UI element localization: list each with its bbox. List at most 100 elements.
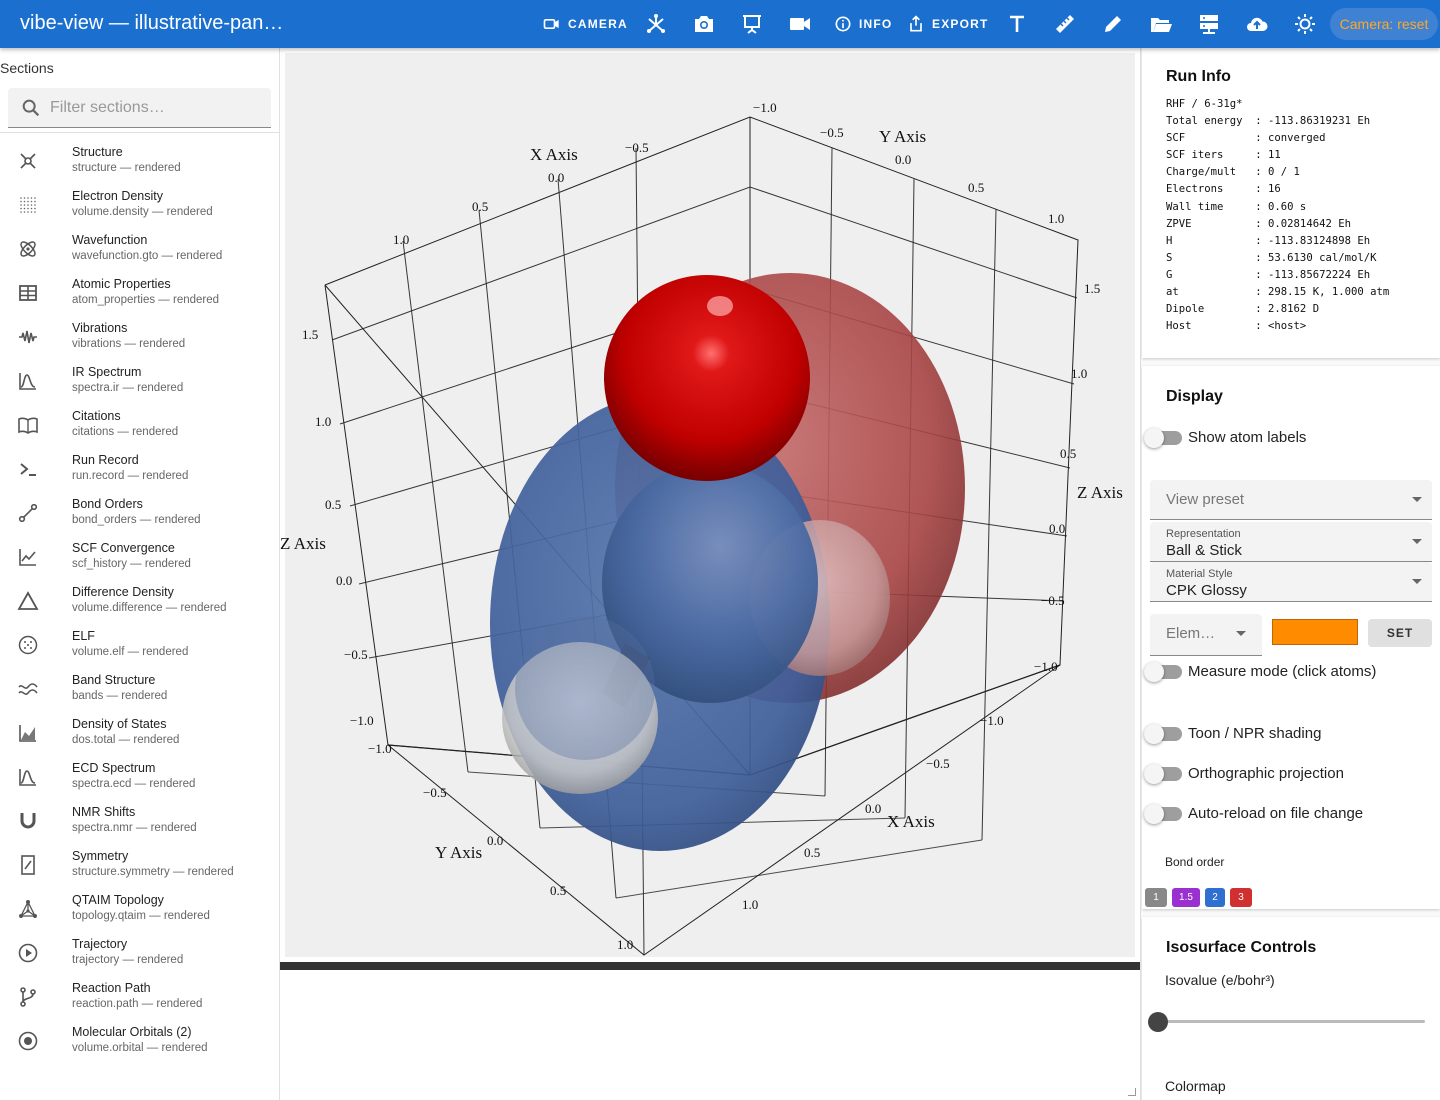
section-item-bond-orders[interactable]: Bond Orders bond_orders — rendered: [0, 492, 279, 536]
right-panel: Run Info RHF / 6-31g* Total energy : -11…: [1140, 48, 1440, 1100]
show-atom-labels-toggle[interactable]: Show atom labels: [1142, 426, 1440, 450]
x-tick-label: −1.0: [980, 713, 1004, 728]
section-item-atomic-properties[interactable]: Atomic Properties atom_properties — rende…: [0, 272, 279, 316]
bond-order-chip[interactable]: 1: [1145, 888, 1167, 907]
section-item-trajectory[interactable]: Trajectory trajectory — rendered: [0, 932, 279, 976]
video-icon[interactable]: [788, 12, 812, 36]
isovalue-slider-thumb[interactable]: [1148, 1012, 1168, 1032]
measure-mode-toggle[interactable]: Measure mode (click atoms): [1142, 660, 1440, 684]
panel-splitter[interactable]: [280, 962, 1140, 970]
section-item-difference-density[interactable]: Difference Density volume.difference — re…: [0, 580, 279, 624]
section-item-density-of-states[interactable]: Density of States dos.total — rendered: [0, 712, 279, 756]
brightness-icon[interactable]: [1293, 12, 1317, 36]
server-icon[interactable]: [1197, 12, 1221, 36]
pencil-icon[interactable]: [1101, 12, 1125, 36]
folder-open-icon[interactable]: [1149, 12, 1173, 36]
chevron-down-icon: [1412, 539, 1422, 544]
camera-button[interactable]: CAMERA: [542, 0, 628, 48]
camera-reset-chip[interactable]: Camera: reset: [1330, 8, 1438, 40]
filter-box: [8, 88, 271, 128]
resize-grip[interactable]: [1128, 1088, 1136, 1096]
section-title: Band Structure: [72, 673, 156, 687]
toggle-switch[interactable]: [1144, 804, 1182, 824]
app-title: vibe-view — illustrative-pan…: [20, 12, 284, 34]
section-subtitle: run.record — rendered: [72, 470, 189, 482]
isovalue-slider-track[interactable]: [1157, 1020, 1425, 1023]
orthographic-toggle[interactable]: Orthographic projection: [1142, 762, 1440, 786]
section-item-symmetry[interactable]: Symmetry structure.symmetry — rendered: [0, 844, 279, 888]
search-icon: [22, 99, 40, 117]
bond-order-chip[interactable]: 2: [1205, 888, 1225, 907]
console-area[interactable]: [280, 970, 1140, 1100]
toggle-switch[interactable]: [1144, 764, 1182, 784]
cloud-upload-icon[interactable]: [1245, 12, 1269, 36]
ruler-icon[interactable]: [1053, 12, 1077, 36]
auto-reload-toggle[interactable]: Auto-reload on file change: [1142, 802, 1440, 826]
toon-shading-toggle[interactable]: Toon / NPR shading: [1142, 722, 1440, 746]
representation-value: Ball & Stick: [1166, 542, 1242, 559]
representation-select[interactable]: Representation Ball & Stick: [1150, 522, 1432, 562]
x-tick-label: 0.0: [865, 801, 881, 816]
section-subtitle: volume.density — rendered: [72, 206, 213, 218]
section-subtitle: volume.elf — rendered: [72, 646, 189, 658]
export-button[interactable]: EXPORT: [906, 0, 989, 48]
line-chart-icon: [17, 546, 39, 568]
y-tick-label: 1.0: [1048, 211, 1064, 226]
section-item-citations[interactable]: Citations citations — rendered: [0, 404, 279, 448]
axes-icon[interactable]: [644, 12, 668, 36]
section-item-vibrations[interactable]: Vibrations vibrations — rendered: [0, 316, 279, 360]
set-color-button[interactable]: SET: [1368, 619, 1432, 647]
section-subtitle: vibrations — rendered: [72, 338, 186, 350]
x-axis-title: X Axis: [530, 145, 578, 164]
section-item-nmr-shifts[interactable]: NMR Shifts spectra.nmr — rendered: [0, 800, 279, 844]
representation-label: Representation: [1166, 528, 1241, 540]
filter-sections-input[interactable]: [50, 96, 260, 120]
y-tick-label: −1.0: [368, 741, 392, 756]
play-circle-icon: [17, 942, 39, 964]
element-select[interactable]: Elem…: [1150, 614, 1262, 656]
toggle-switch[interactable]: [1144, 428, 1182, 448]
viewer-3d[interactable]: 1.0 0.5 0.0 −0.5 −1.0 −0.5 0.0 0.5 1.0 1.5 1.0 0.5 0…: [280, 48, 1140, 962]
section-item-reaction-path[interactable]: Reaction Path reaction.path — rendered: [0, 976, 279, 1020]
export-icon: [910, 15, 922, 32]
bond-order-chip[interactable]: 3: [1230, 888, 1252, 907]
x-tick-label: −0.5: [926, 756, 950, 771]
material-style-select[interactable]: Material Style CPK Glossy: [1150, 562, 1432, 602]
info-button[interactable]: INFO: [833, 0, 892, 48]
element-color-swatch[interactable]: [1272, 619, 1358, 645]
section-item-ecd-spectrum[interactable]: ECD Spectrum spectra.ecd — rendered: [0, 756, 279, 800]
isovalue-label: Isovalue (e/bohr³): [1165, 972, 1275, 988]
scene-3d[interactable]: 1.0 0.5 0.0 −0.5 −1.0 −0.5 0.0 0.5 1.0 1.5 1.0 0.5 0…: [280, 48, 1140, 962]
section-item-scf-convergence[interactable]: SCF Convergence scf_history — rendered: [0, 536, 279, 580]
section-subtitle: spectra.ir — rendered: [72, 382, 184, 394]
text-icon[interactable]: [1005, 12, 1029, 36]
presentation-icon[interactable]: [740, 12, 764, 36]
toggle-switch[interactable]: [1144, 724, 1182, 744]
z-tick-label: 1.5: [302, 327, 318, 342]
section-subtitle: trajectory — rendered: [72, 954, 184, 966]
bond-order-chip[interactable]: 1.5: [1172, 888, 1200, 907]
z-axis-title: Z Axis: [1077, 483, 1123, 502]
section-item-structure[interactable]: Structure structure — rendered: [0, 140, 279, 184]
toggle-label: Show atom labels: [1188, 429, 1307, 446]
y-axis-title: Y Axis: [435, 843, 482, 862]
toggle-switch[interactable]: [1144, 662, 1182, 682]
section-item-wavefunction[interactable]: Wavefunction wavefunction.gto — rendered: [0, 228, 279, 272]
section-item-qtaim-topology[interactable]: QTAIM Topology topology.qtaim — rendered: [0, 888, 279, 932]
section-item-band-structure[interactable]: Band Structure bands — rendered: [0, 668, 279, 712]
toggle-label: Measure mode (click atoms): [1188, 663, 1377, 680]
z-tick-label: 1.0: [315, 414, 331, 429]
y-tick-label: 1.0: [617, 937, 633, 952]
section-title: SCF Convergence: [72, 541, 175, 555]
x-tick-label: −0.5: [625, 140, 649, 155]
section-item-elf[interactable]: ELF volume.elf — rendered: [0, 624, 279, 668]
section-item-electron-density[interactable]: Electron Density volume.density — rendere…: [0, 184, 279, 228]
screenshot-icon[interactable]: [692, 12, 716, 36]
section-item-molecular-orbitals-2[interactable]: Molecular Orbitals (2) volume.orbital — r…: [0, 1020, 279, 1064]
section-title: ELF: [72, 629, 95, 643]
table-icon: [17, 282, 39, 304]
section-item-ir-spectrum[interactable]: IR Spectrum spectra.ir — rendered: [0, 360, 279, 404]
section-item-run-record[interactable]: Run Record run.record — rendered: [0, 448, 279, 492]
section-list: Structure structure — rendered Electron De…: [0, 140, 279, 1064]
view-preset-select[interactable]: View preset: [1150, 480, 1432, 520]
